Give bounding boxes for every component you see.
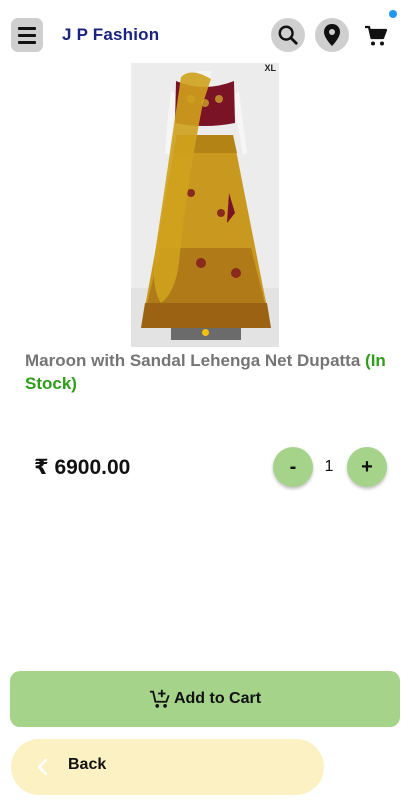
back-button[interactable]: Back xyxy=(11,739,324,795)
location-pin-icon xyxy=(324,24,340,46)
add-to-cart-label: Add to Cart xyxy=(173,690,262,707)
menu-button[interactable] xyxy=(11,18,43,52)
search-button[interactable] xyxy=(271,18,305,52)
app-header: J P Fashion xyxy=(0,0,409,70)
cart-icon xyxy=(365,25,388,46)
product-image[interactable]: XL xyxy=(131,63,279,347)
product-name: Maroon with Sandal Lehenga Net Dupatta xyxy=(25,351,361,370)
location-button[interactable] xyxy=(315,18,349,52)
brand-title: J P Fashion xyxy=(62,25,160,44)
search-icon xyxy=(278,25,298,45)
chevron-left-icon xyxy=(37,758,48,776)
add-to-cart-button[interactable]: Add to Cart xyxy=(10,671,400,727)
quantity-value: 1 xyxy=(324,458,334,475)
decrease-quantity-button[interactable]: - xyxy=(273,447,313,487)
cart-badge xyxy=(389,10,397,18)
product-title: Maroon with Sandal Lehenga Net Dupatta (… xyxy=(25,349,400,395)
increase-quantity-button[interactable]: + xyxy=(347,447,387,487)
product-price: ₹ 6900.00 xyxy=(34,456,131,479)
add-to-cart-icon xyxy=(149,689,170,708)
lehenga-photo xyxy=(131,63,279,347)
back-label: Back xyxy=(68,756,107,773)
size-tag: XL xyxy=(264,63,276,73)
cart-button[interactable] xyxy=(362,22,390,50)
carousel-indicator[interactable] xyxy=(202,329,209,336)
menu-icon xyxy=(18,26,36,30)
